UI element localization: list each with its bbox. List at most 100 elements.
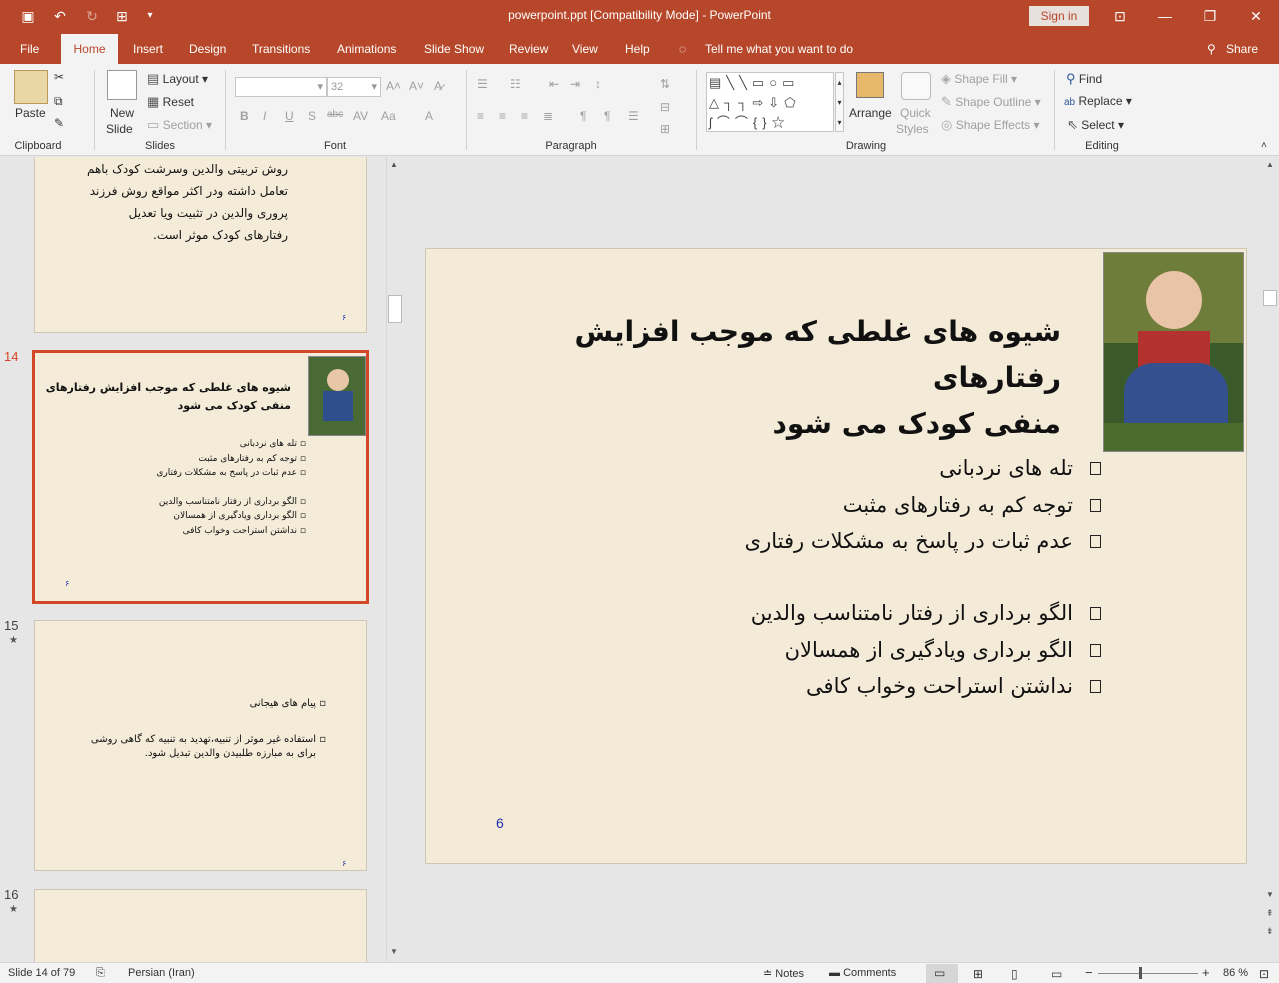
arrange-button[interactable]: Arrange — [849, 106, 892, 120]
align-text-icon[interactable]: ⊟ — [660, 100, 670, 114]
bullets-icon[interactable]: ☰ — [477, 77, 488, 91]
notes-button[interactable]: ≐ Notes — [763, 967, 804, 980]
minimize-icon[interactable]: — — [1150, 6, 1180, 26]
spell-check-icon[interactable]: ⎘ — [96, 967, 105, 980]
shape-fill-button[interactable]: ◈ Shape Fill ▾ — [941, 71, 1017, 87]
close-icon[interactable]: ✕ — [1241, 6, 1271, 26]
line-spacing-icon[interactable]: ↕ — [595, 77, 601, 91]
tell-me-search[interactable]: Tell me what you want to do — [705, 42, 853, 56]
justify-icon[interactable]: ≣ — [543, 109, 553, 123]
scroll-down-icon[interactable]: ▼ — [390, 947, 398, 956]
quick-styles-label-2[interactable]: Styles — [896, 122, 929, 136]
paste-button[interactable]: Paste — [15, 106, 46, 120]
slide-canvas[interactable]: شیوه های غلطی که موجب افزایش رفتارهای من… — [425, 248, 1247, 864]
section-button[interactable]: ▭ Section ▾ — [147, 117, 212, 133]
quick-styles-label-1[interactable]: Quick — [900, 106, 931, 120]
tab-animations[interactable]: Animations — [337, 42, 396, 56]
font-color-icon[interactable]: A — [425, 109, 433, 123]
font-size-select[interactable]: 32 ▾ — [327, 77, 381, 97]
cut-icon[interactable]: ✂ — [54, 70, 64, 84]
copy-icon[interactable]: ⧉ — [54, 94, 63, 109]
smartart-icon[interactable]: ⊞ — [660, 122, 670, 136]
scroll-down-icon[interactable]: ▼ — [1266, 890, 1274, 899]
paste-icon[interactable] — [14, 70, 48, 104]
tab-view[interactable]: View — [572, 42, 598, 56]
slide-bullet[interactable]: توجه کم به رفتارهای مثبت — [843, 493, 1073, 517]
align-center-icon[interactable]: ≡ — [499, 109, 506, 123]
underline-icon[interactable]: U — [285, 109, 294, 123]
align-left-icon[interactable]: ≡ — [477, 109, 484, 123]
language-indicator[interactable]: Persian (Iran) — [128, 967, 195, 979]
tab-review[interactable]: Review — [509, 42, 548, 56]
new-slide-label-1[interactable]: New — [110, 106, 134, 120]
new-slide-icon[interactable] — [107, 70, 137, 100]
font-name-select[interactable]: ▾ — [235, 77, 327, 97]
zoom-level[interactable]: 86 % — [1223, 967, 1248, 979]
thumbnail-slide-16[interactable] — [34, 889, 367, 962]
tab-home[interactable]: Home — [61, 34, 118, 64]
slide-bullet[interactable]: الگو برداری ویادگیری از همسالان — [785, 638, 1073, 662]
zoom-slider-thumb[interactable] — [1139, 967, 1142, 979]
numbering-icon[interactable]: ☷ — [510, 77, 521, 91]
slide-bullet[interactable]: عدم ثبات در پاسخ به مشکلات رفتاری — [745, 529, 1073, 553]
zoom-in-icon[interactable]: + — [1202, 965, 1210, 980]
sign-in-button[interactable]: Sign in — [1029, 6, 1089, 26]
change-case-icon[interactable]: Aa — [381, 109, 396, 123]
comments-button[interactable]: ▬ Comments — [829, 967, 896, 979]
columns-icon[interactable]: ☰ — [628, 109, 639, 123]
text-direction-icon[interactable]: ⇅ — [660, 77, 670, 91]
tab-transitions[interactable]: Transitions — [252, 42, 310, 56]
bold-icon[interactable]: B — [240, 109, 249, 123]
zoom-out-icon[interactable]: − — [1085, 965, 1093, 980]
clear-formatting-icon[interactable]: A̷ — [434, 79, 442, 93]
share-button[interactable]: Share — [1226, 42, 1258, 56]
increase-font-icon[interactable]: A˄ — [386, 79, 401, 93]
zoom-slider-track[interactable] — [1098, 973, 1198, 974]
slide-bullet[interactable]: الگو برداری از رفتار نامتناسب والدین — [751, 601, 1073, 625]
character-spacing-icon[interactable]: AV — [353, 109, 368, 123]
thumbnail-slide-14[interactable]: شیوه های غلطی که موجب افزایش رفتارهای من… — [32, 350, 369, 604]
tab-design[interactable]: Design — [189, 42, 226, 56]
decrease-indent-icon[interactable]: ⇤ — [549, 77, 559, 91]
tab-help[interactable]: Help — [625, 42, 650, 56]
previous-slide-icon[interactable]: ⇞ — [1266, 908, 1274, 919]
italic-icon[interactable]: I — [263, 109, 266, 123]
shadow-icon[interactable]: S — [308, 109, 316, 123]
select-button[interactable]: ⇖ Select ▾ — [1067, 117, 1124, 133]
reading-view-icon[interactable]: ▯ — [1011, 967, 1018, 981]
align-right-icon[interactable]: ≡ — [521, 109, 528, 123]
fit-to-window-icon[interactable]: ⊡ — [1259, 967, 1269, 981]
slide-title[interactable]: شیوه های غلطی که موجب افزایش رفتارهای من… — [441, 309, 1061, 447]
thumbnail-scrollbar[interactable]: ▲ ▼ — [386, 157, 403, 962]
editor-scrollbar[interactable]: ▲ ▼ ⇞ ⇟ — [1262, 157, 1279, 962]
layout-button[interactable]: ▤ Layout ▾ — [147, 71, 208, 87]
decrease-font-icon[interactable]: A˅ — [409, 79, 424, 93]
format-painter-icon[interactable]: ✎ — [54, 116, 64, 130]
scroll-thumb[interactable] — [1263, 290, 1277, 306]
tab-file[interactable]: File — [20, 42, 39, 56]
ribbon-display-options-icon[interactable]: ⊡ — [1105, 6, 1135, 26]
ltr-icon[interactable]: ¶ — [604, 109, 610, 123]
slide-bullet[interactable]: تله های نردبانی — [939, 456, 1073, 480]
replace-button[interactable]: ab Replace ▾ — [1064, 94, 1132, 108]
next-slide-icon[interactable]: ⇟ — [1266, 926, 1274, 937]
slide-bullet[interactable]: نداشتن استراحت وخواب کافی — [806, 674, 1073, 698]
arrange-icon[interactable] — [856, 72, 884, 98]
tab-insert[interactable]: Insert — [133, 42, 163, 56]
restore-icon[interactable]: ❐ — [1195, 6, 1225, 26]
strikethrough-icon[interactable]: abc — [327, 109, 343, 120]
slide-thumbnail-panel[interactable]: روش تربیتی والدین وسرشت کودک باهم تعامل … — [0, 157, 404, 962]
collapse-ribbon-icon[interactable]: ˄ — [1261, 140, 1267, 151]
increase-indent-icon[interactable]: ⇥ — [570, 77, 580, 91]
shape-effects-button[interactable]: ◎ Shape Effects ▾ — [941, 117, 1040, 133]
tab-slide-show[interactable]: Slide Show — [424, 42, 484, 56]
find-button[interactable]: ⚲ Find — [1066, 71, 1102, 87]
shapes-scroll-icon[interactable]: ▴ ▾ ▾ — [835, 72, 844, 132]
thumbnail-slide-15[interactable]: ▫ پیام های هیجانی ▫ استفاده غیر موثر از … — [34, 620, 367, 871]
shapes-gallery[interactable]: ▤╲╲▭○▭ △┐┐⇨⇩⬠ ʃ⌒⌒{}☆ — [706, 72, 834, 132]
scroll-up-icon[interactable]: ▲ — [390, 160, 398, 169]
shape-outline-button[interactable]: ✎ Shape Outline ▾ — [941, 94, 1041, 110]
scroll-thumb[interactable] — [388, 295, 402, 323]
scroll-up-icon[interactable]: ▲ — [1266, 160, 1274, 169]
thumbnail-slide-13[interactable]: روش تربیتی والدین وسرشت کودک باهم تعامل … — [34, 157, 367, 333]
